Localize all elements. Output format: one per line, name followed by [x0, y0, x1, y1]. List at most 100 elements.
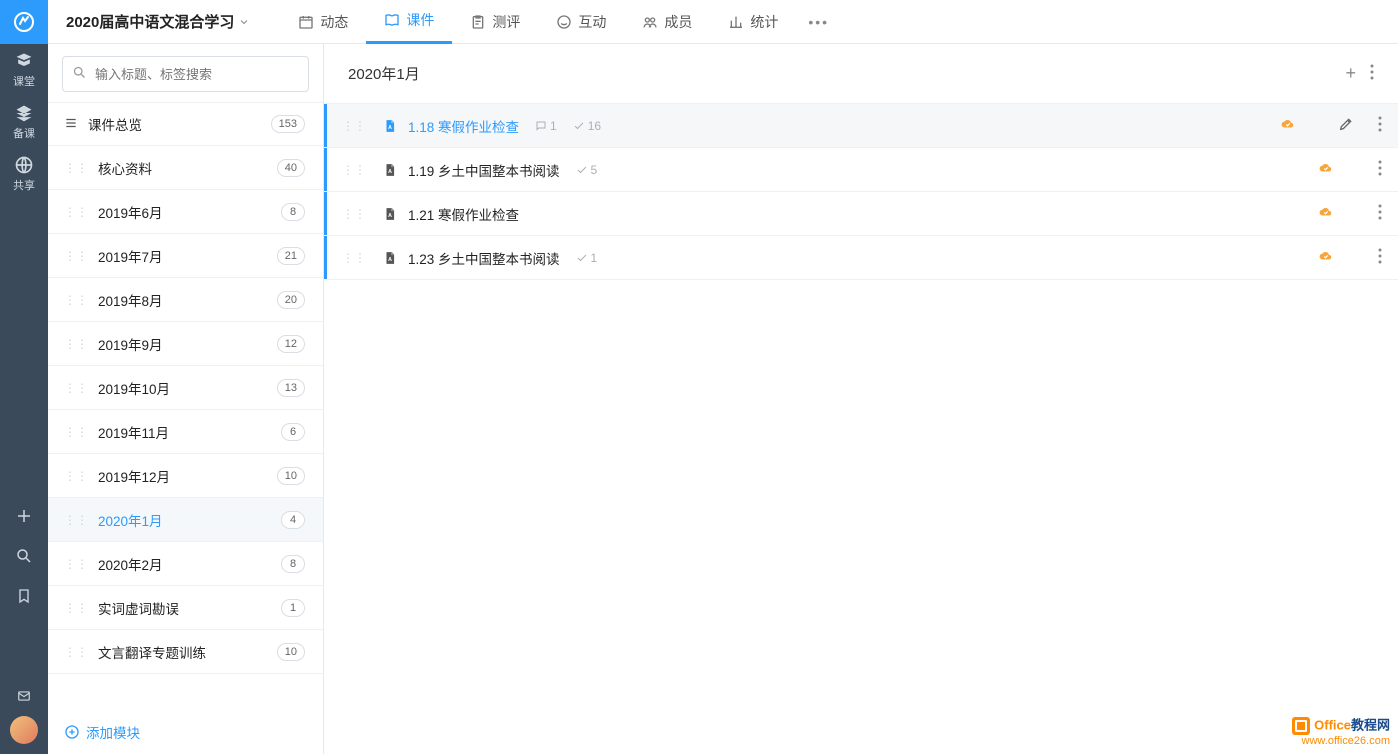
- row-more-button[interactable]: [1376, 160, 1384, 179]
- count-badge: 20: [277, 291, 305, 309]
- count-badge: 13: [277, 379, 305, 397]
- tab-activity[interactable]: 动态: [280, 0, 366, 44]
- courseware-rows: ⋮⋮A1.18 寒假作业检查116⋮⋮A1.19 乡土中国整本书阅读5⋮⋮A1.…: [324, 104, 1398, 280]
- section-add-button[interactable]: +: [1345, 63, 1356, 84]
- tab-more[interactable]: •••: [796, 0, 841, 44]
- file-icon: A: [382, 249, 398, 267]
- main-content: 2020年1月 + ⋮⋮A1.18 寒假作业检查116⋮⋮A1.19 乡土中国整…: [324, 44, 1398, 754]
- count-badge: 4: [281, 511, 305, 529]
- sidebar-item[interactable]: ⋮⋮2019年10月13: [48, 366, 323, 410]
- rail-label: 备课: [13, 125, 35, 141]
- file-icon: A: [382, 161, 398, 179]
- app-logo[interactable]: [0, 0, 48, 44]
- check-count: 1: [576, 251, 598, 265]
- sidebar-item[interactable]: ⋮⋮2019年9月12: [48, 322, 323, 366]
- rail-share[interactable]: 共享: [0, 148, 48, 200]
- row-title: 1.19 乡土中国整本书阅读: [408, 160, 560, 180]
- rail-add[interactable]: [0, 496, 48, 536]
- row-more-button[interactable]: [1376, 248, 1384, 267]
- count-badge: 8: [281, 555, 305, 573]
- search-input[interactable]: [62, 56, 309, 92]
- tab-courseware[interactable]: 课件: [366, 0, 452, 44]
- edit-button[interactable]: [1338, 116, 1354, 135]
- tab-members[interactable]: 成员: [624, 0, 710, 44]
- left-rail: 课堂 备课 共享: [0, 44, 48, 754]
- cloud-synced-icon: [1278, 117, 1298, 134]
- drag-icon: ⋮⋮: [64, 601, 88, 615]
- row-more-button[interactable]: [1376, 116, 1384, 135]
- count-badge: 10: [277, 643, 305, 661]
- sidebar-item[interactable]: ⋮⋮2020年2月8: [48, 542, 323, 586]
- drag-icon: ⋮⋮: [64, 249, 88, 263]
- sidebar-item[interactable]: ⋮⋮ 文言翻译专题训练10: [48, 630, 323, 674]
- file-icon: A: [382, 117, 398, 135]
- plus-icon: [15, 507, 33, 525]
- top-bar: 2020届高中语文混合学习 动态 课件 测评 互动 成员 统计 •••: [0, 0, 1398, 44]
- tab-interaction[interactable]: 互动: [538, 0, 624, 44]
- sidebar-item[interactable]: ⋮⋮2019年6月8: [48, 190, 323, 234]
- count-badge: 21: [277, 247, 305, 265]
- tab-statistics[interactable]: 统计: [710, 0, 796, 44]
- sidebar-item-label: 文言翻译专题训练: [98, 642, 277, 662]
- add-module-label: 添加模块: [86, 722, 140, 742]
- rail-classroom[interactable]: 课堂: [0, 44, 48, 96]
- rail-search[interactable]: [0, 536, 48, 576]
- section-more-button[interactable]: [1370, 64, 1374, 84]
- sidebar-item[interactable]: ⋮⋮实词虚词勘误1: [48, 586, 323, 630]
- svg-text:A: A: [388, 212, 392, 218]
- tab-assessment[interactable]: 测评: [452, 0, 538, 44]
- plus-circle-icon: [64, 724, 80, 740]
- sidebar-item[interactable]: ⋮⋮2019年12月10: [48, 454, 323, 498]
- sidebar-item-label: 2019年7月: [98, 246, 277, 266]
- svg-text:A: A: [388, 168, 392, 174]
- courseware-row[interactable]: ⋮⋮A1.18 寒假作业检查116: [324, 104, 1398, 148]
- drag-icon: ⋮⋮: [342, 119, 366, 133]
- calendar-icon: [298, 14, 314, 30]
- drag-icon: ⋮⋮: [64, 425, 88, 439]
- section-title: 2020年1月: [348, 63, 420, 84]
- courseware-row[interactable]: ⋮⋮A1.19 乡土中国整本书阅读5: [324, 148, 1398, 192]
- rail-prepare[interactable]: 备课: [0, 96, 48, 148]
- layers-icon: [14, 103, 34, 123]
- drag-icon: ⋮⋮: [64, 381, 88, 395]
- smile-icon: [556, 14, 572, 30]
- tab-label: 测评: [492, 12, 520, 32]
- rail-bookmark[interactable]: [0, 576, 48, 616]
- courseware-row[interactable]: ⋮⋮A1.23 乡土中国整本书阅读1: [324, 236, 1398, 280]
- cloud-synced-icon: [1316, 249, 1336, 266]
- sidebar-item[interactable]: ⋮⋮2020年1月4: [48, 498, 323, 542]
- drag-icon: ⋮⋮: [64, 469, 88, 483]
- drag-icon: ⋮⋮: [342, 207, 366, 221]
- courseware-row[interactable]: ⋮⋮A1.21 寒假作业检查: [324, 192, 1398, 236]
- mail-icon: [15, 689, 33, 703]
- count-badge: 1: [281, 599, 305, 617]
- row-title: 1.23 乡土中国整本书阅读: [408, 248, 560, 268]
- chart-icon: [728, 14, 744, 30]
- check-count: 16: [573, 119, 601, 133]
- rail-label: 课堂: [13, 73, 35, 89]
- watermark: Office教程网 www.office26.com: [1292, 717, 1390, 748]
- rail-mail[interactable]: [0, 676, 48, 716]
- users-icon: [642, 14, 658, 30]
- sidebar-item[interactable]: ⋮⋮ 2019年7月21: [48, 234, 323, 278]
- row-more-button[interactable]: [1376, 204, 1384, 223]
- drag-icon: ⋮⋮: [64, 513, 88, 527]
- sidebar-item[interactable]: ⋮⋮核心资料40: [48, 146, 323, 190]
- sidebar-item[interactable]: ⋮⋮2019年11月6: [48, 410, 323, 454]
- file-icon: A: [382, 205, 398, 223]
- svg-text:A: A: [388, 124, 392, 130]
- sidebar-overview[interactable]: 课件总览 153: [48, 102, 323, 146]
- bookmark-icon: [16, 587, 32, 605]
- user-avatar[interactable]: [10, 716, 38, 744]
- count-badge: 8: [281, 203, 305, 221]
- sidebar-item[interactable]: ⋮⋮2019年8月20: [48, 278, 323, 322]
- sidebar-item-label: 2019年9月: [98, 334, 277, 354]
- chevron-down-icon: [238, 16, 250, 28]
- drag-icon: ⋮⋮: [64, 337, 88, 351]
- add-module-button[interactable]: 添加模块: [48, 710, 323, 754]
- count-badge: 10: [277, 467, 305, 485]
- course-title-dropdown[interactable]: 2020届高中语文混合学习: [66, 11, 250, 32]
- drag-icon: ⋮⋮: [64, 293, 88, 307]
- drag-icon: ⋮⋮: [64, 645, 88, 659]
- count-badge: 40: [277, 159, 305, 177]
